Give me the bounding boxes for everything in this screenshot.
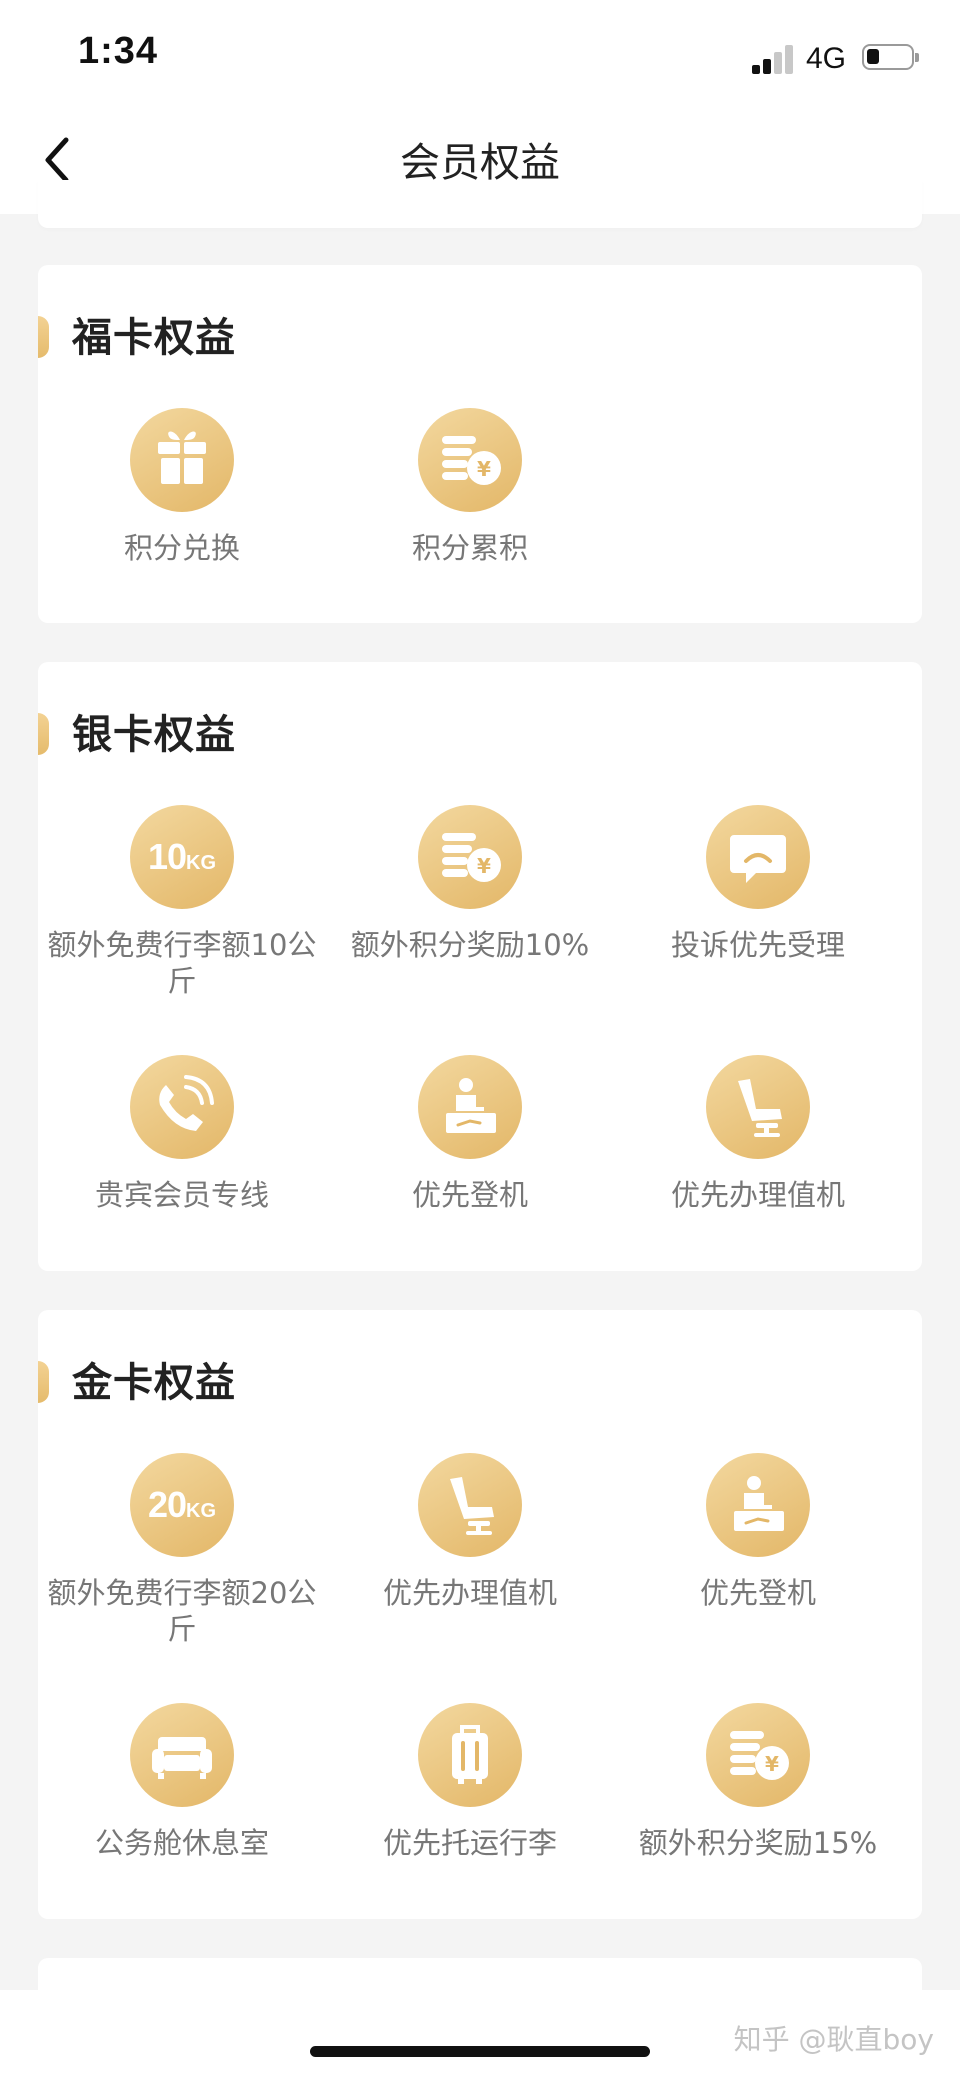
section-title: 金卡权益 xyxy=(72,1360,236,1406)
section-accent xyxy=(38,316,49,358)
benefit-label: 额外免费行李额20公斤 xyxy=(47,1576,317,1646)
section-card-fu: 福卡权益 积分兑换 ¥ 积分累积 xyxy=(38,265,922,623)
benefit-item-priority-checkin[interactable]: 优先办理值机 xyxy=(614,1055,902,1255)
section-accent xyxy=(38,1361,49,1403)
section-title: 银卡权益 xyxy=(72,712,236,758)
luggage-icon xyxy=(452,1725,488,1784)
boarding-icon xyxy=(734,1476,784,1531)
svg-text:¥: ¥ xyxy=(477,854,491,878)
benefit-label: 投诉优先受理 xyxy=(670,928,845,962)
benefit-item-points-exchange[interactable]: 积分兑换 xyxy=(38,408,326,608)
coins-yen-icon: ¥ xyxy=(442,833,501,882)
benefit-label: 优先登机 xyxy=(411,1178,528,1212)
benefit-label: 额外积分奖励10% xyxy=(350,928,590,962)
benefit-item-points-bonus-15[interactable]: ¥ 额外积分奖励15% xyxy=(614,1703,902,1903)
status-bar: 1:34 4G xyxy=(0,0,960,110)
benefit-item-points-accumulate[interactable]: ¥ 积分累积 xyxy=(326,408,614,608)
benefit-label: 优先办理值机 xyxy=(382,1576,557,1610)
home-indicator[interactable] xyxy=(310,2046,650,2057)
section-title: 福卡权益 xyxy=(72,315,236,361)
section-accent xyxy=(38,713,49,755)
benefit-item-baggage-20kg[interactable]: 20KG 额外免费行李额20公斤 xyxy=(38,1453,326,1653)
benefit-label: 贵宾会员专线 xyxy=(94,1178,269,1212)
benefit-item-complaint-priority[interactable]: 投诉优先受理 xyxy=(614,805,902,1005)
signal-icon xyxy=(752,44,796,74)
network-type: 4G xyxy=(806,42,847,75)
benefit-item-points-bonus-10[interactable]: ¥ 额外积分奖励10% xyxy=(326,805,614,1005)
svg-text:¥: ¥ xyxy=(765,1752,779,1776)
benefit-item-priority-boarding[interactable]: 优先登机 xyxy=(614,1453,902,1653)
benefit-label: 积分累积 xyxy=(411,531,528,565)
benefit-label: 优先登机 xyxy=(699,1576,816,1610)
baggage-10kg-icon: 10KG xyxy=(147,836,217,877)
coins-yen-icon: ¥ xyxy=(442,436,501,485)
benefit-label: 积分兑换 xyxy=(123,531,240,565)
gift-icon xyxy=(158,431,206,484)
benefit-item-business-lounge[interactable]: 公务舱休息室 xyxy=(38,1703,326,1903)
benefit-item-baggage-10kg[interactable]: 10KG 额外免费行李额10公斤 xyxy=(38,805,326,1005)
seat-icon xyxy=(450,1477,494,1535)
sofa-icon xyxy=(152,1737,212,1779)
previous-card-stub xyxy=(38,180,922,228)
benefit-label: 额外免费行李额10公斤 xyxy=(47,928,317,998)
phone-call-icon xyxy=(159,1075,214,1131)
benefit-item-vip-hotline[interactable]: 贵宾会员专线 xyxy=(38,1055,326,1255)
section-card-gold: 金卡权益 20KG 额外免费行李额20公斤 优先办理值机 优先登机 公务舱休息室… xyxy=(38,1310,922,1919)
benefit-item-priority-baggage[interactable]: 优先托运行李 xyxy=(326,1703,614,1903)
coins-yen-icon: ¥ xyxy=(730,1731,789,1780)
seat-icon xyxy=(738,1079,782,1137)
boarding-icon xyxy=(446,1078,496,1133)
svg-text:¥: ¥ xyxy=(477,457,491,481)
benefit-label: 优先办理值机 xyxy=(670,1178,845,1212)
benefit-label: 优先托运行李 xyxy=(382,1826,557,1860)
benefit-label: 公务舱休息室 xyxy=(94,1826,269,1860)
benefit-label: 额外积分奖励15% xyxy=(638,1826,878,1860)
section-card-silver: 银卡权益 10KG 额外免费行李额10公斤 ¥ 额外积分奖励10% 投诉优先受理… xyxy=(38,662,922,1271)
benefit-item-priority-boarding[interactable]: 优先登机 xyxy=(326,1055,614,1255)
battery-icon xyxy=(862,44,919,70)
watermark: 知乎 @耿直boy xyxy=(733,2023,934,2056)
benefit-item-priority-checkin[interactable]: 优先办理值机 xyxy=(326,1453,614,1653)
status-time: 1:34 xyxy=(78,30,159,72)
baggage-20kg-icon: 20KG xyxy=(147,1484,217,1525)
complaint-chat-icon xyxy=(730,835,786,883)
